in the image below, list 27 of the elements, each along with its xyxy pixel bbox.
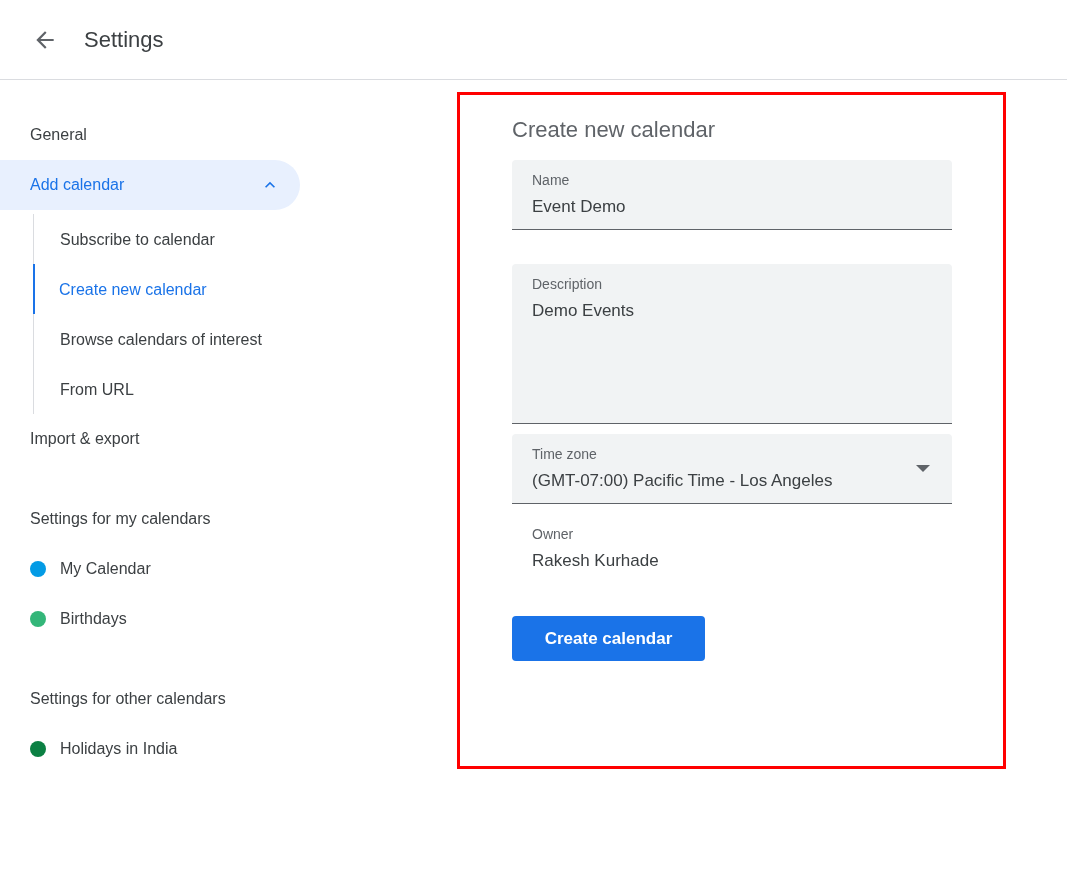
calendar-name[interactable]: My Calendar [60,557,151,581]
field-value: Event Demo [532,196,626,218]
calendar-name[interactable]: Birthdays [60,607,127,631]
form-title: Create new calendar [512,116,716,144]
section-heading: Settings for other calendars [29,689,227,709]
dropdown-arrow-icon [916,465,930,473]
section-heading: Settings for my calendars [29,509,212,529]
field-value: (GMT-07:00) Pacific Time - Los Angeles [532,470,833,492]
create-calendar-button[interactable]: Create calendar [512,616,705,661]
text-field[interactable]: Name Event Demo [512,160,952,230]
sidebar-item[interactable]: Import & export [0,414,300,464]
sidebar-subitem[interactable]: Subscribe to calendar [34,214,300,264]
time-zone-dropdown[interactable]: Time zone (GMT-07:00) Pacific Time - Los Angeles [512,434,952,504]
field-value: Rakesh Kurhade [532,550,659,572]
field-label: Description [532,275,604,294]
field-label: Owner [532,525,575,544]
field-label: Name [532,171,571,190]
sidebar-subitem[interactable]: From URL [34,364,300,414]
field-value: Demo Events [532,300,635,322]
page-title: Settings [84,26,164,54]
calendar-name[interactable]: Holidays in India [60,737,178,761]
sidebar-item[interactable]: Add calendar [0,160,300,210]
field-label: Time zone [532,445,598,464]
sidebar-subitem[interactable]: Browse calendars of interest [34,314,300,364]
sidebar-item[interactable]: General [0,110,300,160]
sidebar-subitem[interactable]: Create new calendar [33,264,299,314]
description-field[interactable]: Description Demo Events [512,264,952,424]
